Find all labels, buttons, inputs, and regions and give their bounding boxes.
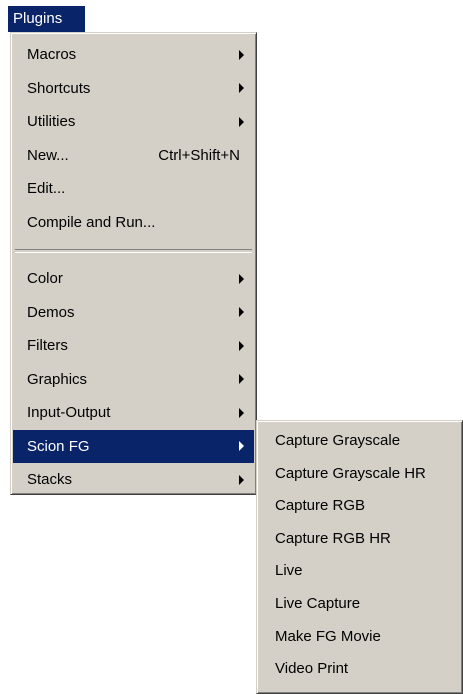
- submenu-item-label: Capture Grayscale HR: [275, 464, 426, 482]
- menubar-plugins-label: Plugins: [13, 10, 63, 27]
- menu-item-label: Graphics: [27, 370, 88, 388]
- menu-item-label: Scion FG: [27, 437, 90, 455]
- submenu-item-label: Live Capture: [275, 594, 361, 612]
- submenu-item-make-fg-movie[interactable]: Make FG Movie: [259, 621, 460, 654]
- submenu-item-label: Video Print: [275, 660, 349, 678]
- submenu-arrow-icon: [239, 273, 244, 284]
- submenu-arrow-icon: [239, 374, 244, 385]
- menu-item-macros[interactable]: Macros: [13, 38, 254, 72]
- submenu-item-capture-grayscale[interactable]: Capture Grayscale: [259, 425, 460, 458]
- scion-fg-submenu: Capture Grayscale Capture Grayscale HR C…: [256, 420, 463, 694]
- menu-item-utilities[interactable]: Utilities: [13, 105, 254, 139]
- submenu-item-video-print[interactable]: Video Print: [259, 653, 460, 686]
- screen: Plugins Macros Shortcuts Utilities New..…: [0, 0, 463, 694]
- submenu-arrow-icon: [239, 83, 244, 94]
- menu-separator: [15, 249, 252, 253]
- submenu-item-capture-rgb[interactable]: Capture RGB: [259, 490, 460, 523]
- menu-item-label: Shortcuts: [27, 79, 91, 97]
- submenu-item-label: Live: [275, 562, 303, 580]
- submenu-arrow-icon: [239, 49, 244, 60]
- menu-item-label: Demos: [27, 303, 75, 321]
- submenu-arrow-icon: [239, 116, 244, 127]
- menubar-plugins[interactable]: Plugins: [8, 6, 85, 32]
- menu-item-shortcut: Ctrl+Shift+N: [158, 146, 240, 164]
- menu-item-label: Input-Output: [27, 404, 111, 421]
- submenu-arrow-icon: [239, 407, 244, 418]
- menu-item-label: Filters: [27, 337, 68, 354]
- submenu-arrow-icon: [239, 441, 244, 452]
- menu-item-filters[interactable]: Filters: [13, 329, 254, 363]
- menu-item-label: Color: [27, 270, 63, 287]
- menu-item-label: Stacks: [27, 471, 73, 488]
- submenu-item-label: Capture RGB: [275, 497, 366, 515]
- menu-item-stacks[interactable]: Stacks: [13, 463, 254, 497]
- submenu-arrow-icon: [239, 307, 244, 318]
- menu-item-demos[interactable]: Demos: [13, 296, 254, 330]
- submenu-arrow-icon: [239, 340, 244, 351]
- submenu-item-label: Capture RGB HR: [275, 529, 391, 547]
- menu-item-label: Macros: [27, 46, 77, 63]
- menu-item-new[interactable]: New... Ctrl+Shift+N: [13, 139, 254, 173]
- submenu-arrow-icon: [239, 474, 244, 485]
- submenu-item-capture-grayscale-hr[interactable]: Capture Grayscale HR: [259, 458, 460, 491]
- submenu-item-capture-rgb-hr[interactable]: Capture RGB HR: [259, 523, 460, 556]
- submenu-item-live-capture[interactable]: Live Capture: [259, 588, 460, 621]
- menu-item-label: Compile and Run...: [27, 213, 156, 231]
- menu-item-label: New...: [27, 146, 69, 164]
- menu-item-compile-and-run[interactable]: Compile and Run...: [13, 206, 254, 240]
- menu-item-label: Utilities: [27, 113, 76, 130]
- submenu-item-label: Capture Grayscale: [275, 432, 401, 449]
- plugins-menu: Macros Shortcuts Utilities New... Ctrl+S…: [10, 32, 257, 495]
- menu-item-graphics[interactable]: Graphics: [13, 363, 254, 397]
- submenu-item-live[interactable]: Live: [259, 555, 460, 588]
- menu-item-shortcuts[interactable]: Shortcuts: [13, 72, 254, 106]
- menu-item-edit[interactable]: Edit...: [13, 172, 254, 206]
- menu-item-scion-fg[interactable]: Scion FG: [13, 429, 254, 463]
- menu-item-color[interactable]: Color: [13, 262, 254, 296]
- menu-item-input-output[interactable]: Input-Output: [13, 396, 254, 430]
- submenu-item-label: Make FG Movie: [275, 627, 381, 645]
- menu-item-label: Edit...: [27, 180, 66, 197]
